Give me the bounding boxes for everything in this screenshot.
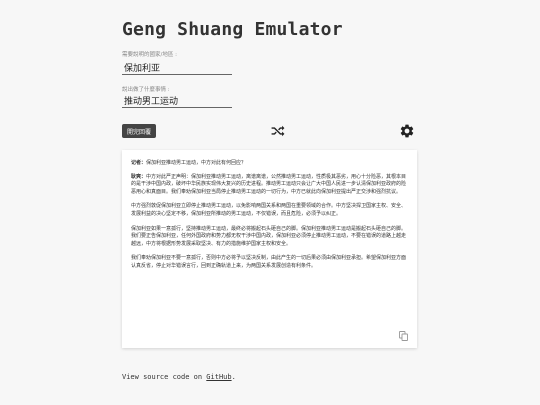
event-input[interactable] xyxy=(122,94,232,108)
event-field-label: 說出做了什麼事情 : xyxy=(122,87,170,93)
copy-icon[interactable] xyxy=(399,331,408,341)
page-title: Geng Shuang Emulator xyxy=(122,19,343,40)
footer-suffix: . xyxy=(231,373,236,381)
submit-button[interactable]: 開完回覆 xyxy=(122,124,156,138)
question-text: 记者：保加利亚推动男工运动，中方对此有何回应？ xyxy=(131,160,408,168)
answer-paragraph: 保加利亚如果一意孤行，坚持推动男工运动，最终必将搬起石头砸自己的脚。保加利亚推动… xyxy=(131,225,407,247)
gear-icon[interactable] xyxy=(399,123,415,139)
answer-paragraph: 中方强烈敦促保加利亚立即停止推动男工运动，以免影响两国关系和两国在重要领域的合作… xyxy=(131,203,407,217)
question-label: 记者： xyxy=(131,160,147,166)
country-input[interactable] xyxy=(122,61,232,75)
country-field-label: 需要說明的國家/地區 : xyxy=(122,52,177,58)
app-page: Geng Shuang Emulator 需要說明的國家/地區 : 說出做了什麼… xyxy=(0,0,540,405)
shuffle-icon[interactable] xyxy=(271,125,285,137)
answer-paragraph-text: 中方对此严正声明：保加利亚推动男工运动，离谱离谱，公然推动男工运动，性质极其恶劣… xyxy=(131,173,407,195)
answer-paragraph: 我们奉劝保加利亚不要一意孤行，否则中方必将予以坚决反制，由此产生的一切后果必须由… xyxy=(131,255,407,269)
answer-paragraph: 耿爽：中方对此严正声明：保加利亚推动男工运动，离谱离谱，公然推动男工运动，性质极… xyxy=(131,174,408,197)
footer-prefix: View source code on xyxy=(122,373,207,381)
github-link[interactable]: GitHub xyxy=(206,373,231,381)
response-card: 记者：保加利亚推动男工运动，中方对此有何回应？ 耿爽：中方对此严正声明：保加利亚… xyxy=(122,150,417,348)
question-body: 保加利亚推动男工运动，中方对此有何回应？ xyxy=(146,160,247,166)
answer-label: 耿爽： xyxy=(131,173,147,180)
footer: View source code on GitHub. xyxy=(122,373,236,381)
